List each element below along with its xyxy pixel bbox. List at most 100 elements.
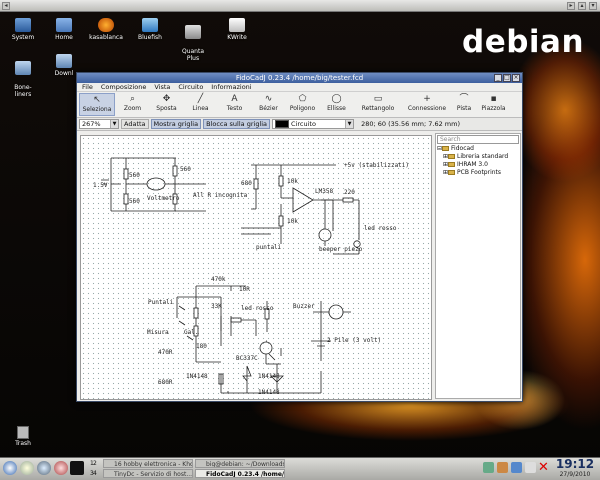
label-r10r: 10R bbox=[239, 286, 250, 293]
tool-pista[interactable]: ⌒ Pista bbox=[452, 93, 476, 116]
panel-button-a[interactable]: ▸ bbox=[567, 2, 575, 10]
tray-klipper-icon[interactable] bbox=[497, 462, 508, 473]
panel-button-c[interactable]: ▾ bbox=[589, 2, 597, 10]
menu-file[interactable]: File bbox=[82, 83, 93, 91]
minimize-icon[interactable]: _ bbox=[494, 74, 502, 82]
task-hobby-elettronica[interactable]: 16 hobby elettronica - Kho... bbox=[103, 459, 193, 468]
tool-label: Rettangolo bbox=[361, 105, 395, 112]
tree-item-fidocad[interactable]: ⊟ Fidocad bbox=[436, 145, 520, 153]
tool-label: Sposta bbox=[156, 105, 177, 112]
zoom-value: 267% bbox=[82, 120, 101, 128]
menu-bar: File Composizione Vista Circuito Informa… bbox=[77, 83, 522, 92]
desktop-icon-label: kasablanca bbox=[89, 34, 123, 41]
tree-item-label: PCB Footprints bbox=[457, 169, 502, 176]
tree-item-libreria-standard[interactable]: ⊞ Libreria standard bbox=[436, 153, 520, 161]
library-search-input[interactable]: Search bbox=[437, 135, 519, 144]
computer-icon bbox=[15, 18, 31, 32]
menu-circuito[interactable]: Circuito bbox=[178, 83, 203, 91]
label-r680r: 680R bbox=[158, 379, 173, 386]
tool-connessione[interactable]: + Connessione bbox=[403, 93, 451, 116]
tray-device-icon[interactable] bbox=[525, 462, 536, 473]
adatta-button[interactable]: Adatta bbox=[121, 119, 149, 129]
clock-date: 27/9/2010 bbox=[559, 471, 591, 478]
menu-vista[interactable]: Vista bbox=[154, 83, 170, 91]
label-r680: 680 bbox=[241, 180, 252, 187]
tray-network-icon[interactable] bbox=[483, 462, 494, 473]
pad-icon: ▪ bbox=[490, 94, 497, 104]
label-d1n4148-c: 1N4148 bbox=[258, 389, 280, 396]
tray-alert-icon[interactable]: ✕ bbox=[538, 460, 549, 475]
schematic-svg: 560 560 560 1.5V Voltmetro All R incogni… bbox=[93, 157, 409, 396]
pager-desktop-2[interactable]: 2 bbox=[93, 460, 97, 467]
chevron-down-icon: ▼ bbox=[110, 120, 118, 128]
task-fidocadj[interactable]: FidoCadJ 0.23.4 /home/bi... bbox=[195, 469, 285, 478]
folder-icon bbox=[448, 170, 456, 175]
tool-label: Pista bbox=[456, 105, 472, 112]
label-lm358: LM358 bbox=[315, 188, 333, 195]
tool-linea[interactable]: ╱ Linea bbox=[184, 93, 217, 116]
tool-testo[interactable]: A Testo bbox=[218, 93, 251, 116]
debian-logo: debian bbox=[462, 24, 584, 60]
menu-composizione[interactable]: Composizione bbox=[101, 83, 146, 91]
clock[interactable]: 19:12 27/9/2010 bbox=[550, 457, 600, 479]
maximize-icon[interactable]: □ bbox=[503, 74, 511, 82]
tool-zoom[interactable]: ⌕ Zoom bbox=[116, 93, 149, 116]
label-beeper: beeper piezo bbox=[319, 246, 363, 253]
tool-rettangolo[interactable]: ▭ Rettangolo bbox=[354, 93, 402, 116]
label-r220: 220 bbox=[344, 189, 355, 196]
desktop-icon-label: Home bbox=[55, 34, 73, 41]
tree-item-label: IHRAM 3.0 bbox=[457, 161, 488, 168]
browser-icon[interactable] bbox=[37, 461, 51, 475]
tool-label: Testo bbox=[226, 105, 243, 112]
drawing-canvas[interactable]: 560 560 560 1.5V Voltmetro All R incogni… bbox=[80, 135, 432, 400]
label-d1n4148-a: 1N4148 bbox=[186, 373, 208, 380]
label-r470k: 470k bbox=[211, 276, 226, 283]
kde-menu-icon[interactable] bbox=[3, 461, 17, 475]
tool-label: Ellisse bbox=[327, 105, 346, 112]
document-icon bbox=[15, 61, 31, 75]
desktop-icon-label: KWrite bbox=[227, 34, 247, 41]
tool-bezier[interactable]: ∿ Bézier bbox=[252, 93, 285, 116]
window-titlebar[interactable]: FidoCadJ 0.23.4 /home/big/tester.fcd _ □… bbox=[77, 73, 522, 83]
tool-ellisse[interactable]: ◯ Ellisse bbox=[320, 93, 353, 116]
desktop-icon-label: Bone- liners bbox=[14, 84, 32, 98]
task-tinydc[interactable]: TinyDc - Servizio di host... bbox=[103, 469, 193, 478]
label-puntali-b: Puntali bbox=[148, 299, 174, 306]
tool-bar: ↖ Seleziona ⌕ Zoom ✥ Sposta ╱ Linea A Testo ∿… bbox=[77, 92, 522, 118]
home-folder-icon bbox=[56, 18, 72, 32]
tool-poligono[interactable]: ⬠ Poligono bbox=[286, 93, 319, 116]
clock-time: 19:12 bbox=[555, 457, 595, 471]
tool-piazzola[interactable]: ▪ Piazzola bbox=[477, 93, 510, 116]
rectangle-icon: ▭ bbox=[373, 94, 383, 104]
label-gal: Gal. bbox=[184, 329, 198, 336]
select-arrow-icon: ↖ bbox=[93, 95, 101, 105]
tool-sposta[interactable]: ✥ Sposta bbox=[150, 93, 183, 116]
apps-icon[interactable] bbox=[54, 461, 68, 475]
pager-desktop-4[interactable]: 4 bbox=[93, 470, 97, 477]
label-all-r: All R incognita bbox=[193, 192, 248, 199]
tree-item-pcb-footprints[interactable]: ⊞ PCB Footprints bbox=[436, 169, 520, 177]
panel-menu-button[interactable]: ◂ bbox=[2, 2, 10, 10]
desktop-icon-kwrite[interactable]: KWrite bbox=[211, 18, 263, 41]
close-icon[interactable]: × bbox=[512, 74, 520, 82]
menu-informazioni[interactable]: Informazioni bbox=[211, 83, 251, 91]
connection-icon: + bbox=[423, 94, 431, 104]
tree-item-ihram[interactable]: ⊞ IHRAM 3.0 bbox=[436, 161, 520, 169]
layer-select[interactable]: Circuito ▼ bbox=[272, 119, 355, 129]
terminal-icon[interactable] bbox=[70, 461, 84, 475]
zoom-select[interactable]: 267% ▼ bbox=[79, 119, 119, 129]
line-icon: ╱ bbox=[197, 94, 204, 104]
tool-label: Zoom bbox=[123, 105, 142, 112]
desktop-icon-trash[interactable]: Trash bbox=[12, 426, 34, 447]
show-grid-toggle[interactable]: Mostra griglia bbox=[150, 119, 202, 129]
task-terminal[interactable]: big@debian: ~/Downloads bbox=[195, 459, 285, 468]
snap-grid-toggle[interactable]: Blocca sulla griglia bbox=[203, 119, 271, 129]
launcher-icon[interactable] bbox=[20, 461, 34, 475]
tray-volume-icon[interactable] bbox=[511, 462, 522, 473]
tool-label: Seleziona bbox=[82, 106, 112, 113]
tool-seleziona[interactable]: ↖ Seleziona bbox=[79, 93, 115, 116]
desktop-icon-label: System bbox=[11, 34, 35, 41]
label-puntali-a: puntali bbox=[256, 244, 282, 251]
tool-label: Linea bbox=[192, 105, 209, 112]
panel-button-b[interactable]: ▴ bbox=[578, 2, 586, 10]
